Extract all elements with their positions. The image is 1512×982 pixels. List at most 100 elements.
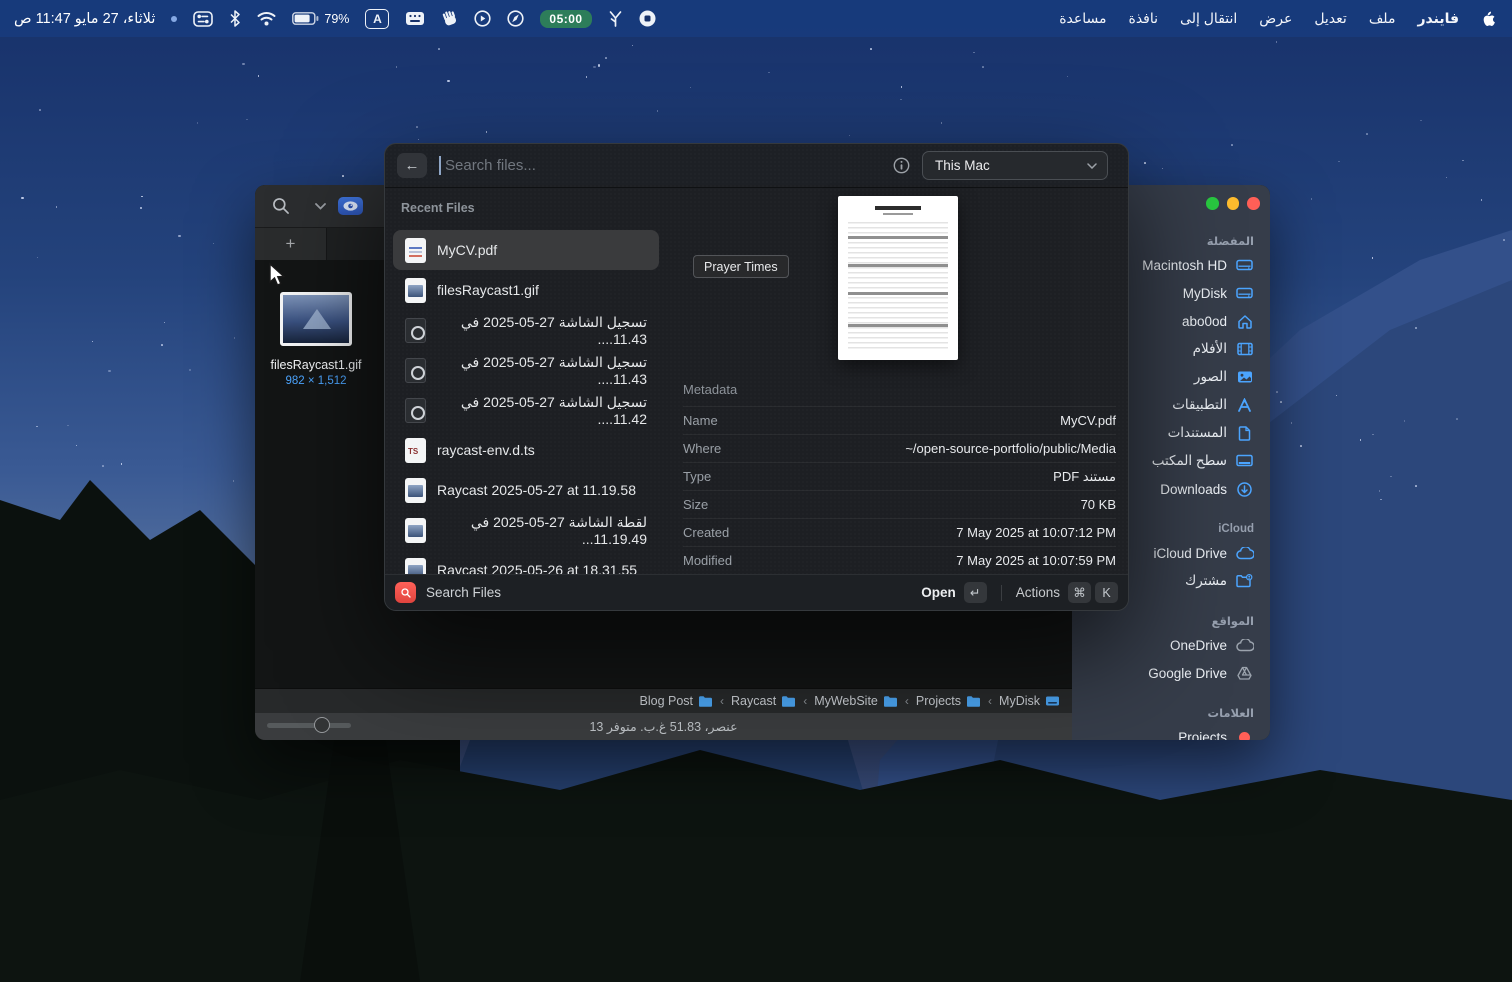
path-chevron-icon: ‹	[905, 694, 909, 708]
movie-file-icon	[405, 398, 426, 423]
search-files-input[interactable]: Search files...	[445, 157, 881, 174]
file-row-raycast-env[interactable]: raycast-env.d.ts	[393, 430, 659, 470]
metadata-title: Metadata	[683, 382, 737, 397]
info-icon[interactable]	[893, 157, 910, 174]
preview-section-line	[848, 292, 948, 295]
back-button[interactable]: ←	[397, 153, 427, 178]
traffic-lights	[1206, 197, 1260, 210]
apple-logo-icon[interactable]	[1481, 9, 1498, 29]
sidebar-item-google-drive[interactable]: Google Drive	[1072, 659, 1270, 687]
sidebar-header-locations: المواقع	[1072, 611, 1270, 631]
overlay-footer: Search Files Open ↵ Actions ⌘ K	[385, 574, 1128, 610]
mouse-cursor	[266, 262, 288, 288]
icon-size-slider[interactable]	[267, 723, 351, 728]
meta-value: مستند PDF	[1053, 469, 1116, 485]
menu-bar-clock[interactable]: ثلاثاء، 27 مايو 11:47 ص	[14, 11, 155, 27]
sidebar-label: سطح المكتب	[1152, 453, 1227, 469]
meta-label: Name	[683, 413, 718, 428]
file-row-recording-1142[interactable]: تسجيل الشاشة 27-05-2025 في 11.42....	[393, 390, 659, 430]
tailscale-branch-icon[interactable]	[608, 10, 623, 27]
preview-title-line	[875, 206, 921, 210]
folder-icon	[966, 695, 981, 707]
menu-finder[interactable]: فايندر	[1417, 10, 1459, 27]
menu-file[interactable]: ملف	[1369, 10, 1396, 27]
actions-button[interactable]: Actions	[1016, 585, 1060, 600]
file-row-mycv[interactable]: MyCV.pdf	[393, 230, 659, 270]
file-thumbnail[interactable]	[280, 292, 352, 346]
file-row-screenshot-111949[interactable]: لقطة الشاشة 27-05-2025 في 11.19.49...	[393, 510, 659, 550]
shared-folder-icon	[1235, 574, 1254, 588]
meta-value: 70 KB	[1081, 497, 1116, 512]
enter-key-badge[interactable]: ↵	[964, 582, 987, 603]
downloads-icon	[1235, 482, 1254, 497]
menu-window[interactable]: نافذة	[1129, 10, 1159, 27]
sidebar-label: Google Drive	[1148, 666, 1227, 681]
meta-value: 7 May 2025 at 10:07:12 PM	[956, 525, 1116, 540]
menu-bar: ثلاثاء، 27 مايو 11:47 ص 79% A 05:00	[0, 0, 1512, 37]
file-row-filesraycast1[interactable]: filesRaycast1.gif	[393, 270, 659, 310]
battery-indicator[interactable]: 79%	[292, 12, 349, 26]
close-button[interactable]	[1247, 197, 1260, 210]
file-name-label: filesRaycast1.gif	[255, 358, 377, 372]
quicklook-eye-button[interactable]	[338, 197, 363, 215]
new-tab-button[interactable]: +	[255, 228, 327, 260]
path-label: MyDisk	[999, 694, 1040, 708]
search-icon[interactable]	[271, 196, 291, 216]
slider-knob[interactable]	[314, 717, 330, 733]
k-key-badge: K	[1095, 582, 1118, 603]
applications-icon	[1235, 398, 1254, 413]
sidebar-item-projects-tag[interactable]: Projects	[1072, 723, 1270, 740]
file-row-raycast-0527[interactable]: Raycast 2025-05-27 at 11.19.58	[393, 470, 659, 510]
file-row-recording-1143b[interactable]: تسجيل الشاشة 27-05-2025 في 11.43....	[393, 350, 659, 390]
status-text: 13 عنصر، 51.83 غ.ب. متوفر	[255, 719, 1072, 734]
path-item-mywebsite[interactable]: MyWebSite	[814, 694, 898, 708]
file-row-recording-1143a[interactable]: تسجيل الشاشة 27-05-2025 في 11.43....	[393, 310, 659, 350]
meta-label: Size	[683, 497, 708, 512]
menu-view[interactable]: عرض	[1259, 10, 1292, 27]
path-label: Raycast	[731, 694, 776, 708]
menu-help[interactable]: مساعدة	[1059, 10, 1106, 27]
file-name: raycast-env.d.ts	[437, 442, 535, 458]
preview-text-lines	[848, 222, 948, 352]
image-file-icon	[405, 518, 426, 543]
keyboard-icon[interactable]	[405, 11, 425, 26]
menu-go[interactable]: انتقال إلى	[1180, 10, 1237, 27]
zoom-button[interactable]	[1206, 197, 1219, 210]
bluetooth-icon[interactable]	[229, 10, 241, 27]
menu-edit[interactable]: تعديل	[1314, 10, 1347, 27]
path-item-mydisk[interactable]: MyDisk	[999, 694, 1060, 708]
control-center-icon[interactable]	[193, 11, 213, 27]
prayer-times-tooltip: Prayer Times	[693, 255, 789, 278]
sidebar-label: التطبيقات	[1172, 397, 1227, 413]
compass-icon[interactable]	[507, 10, 524, 27]
path-item-projects[interactable]: Projects	[916, 694, 981, 708]
sidebar-item-onedrive[interactable]: OneDrive	[1072, 631, 1270, 659]
home-icon	[1235, 314, 1254, 329]
file-name: Raycast 2025-05-27 at 11.19.58	[437, 482, 636, 498]
scope-dropdown[interactable]: This Mac	[922, 151, 1108, 180]
chevron-down-icon[interactable]	[315, 203, 326, 210]
image-file-icon	[405, 278, 426, 303]
preview-subtitle-line	[883, 213, 913, 215]
minimize-button[interactable]	[1227, 197, 1240, 210]
pdf-preview-thumbnail	[838, 196, 958, 360]
open-action-label[interactable]: Open	[921, 585, 956, 600]
path-item-blogpost[interactable]: Blog Post	[640, 694, 714, 708]
hand-gesture-icon[interactable]	[441, 10, 458, 27]
screen-record-icon[interactable]	[639, 10, 656, 27]
path-chevron-icon: ‹	[803, 694, 807, 708]
finder-path-bar: Blog Post ‹ Raycast ‹ MyWebSite ‹ Projec…	[255, 688, 1072, 713]
timer-badge[interactable]: 05:00	[540, 10, 591, 28]
path-item-raycast[interactable]: Raycast	[731, 694, 796, 708]
cloud-icon	[1235, 547, 1254, 560]
file-name: MyCV.pdf	[437, 242, 497, 258]
input-source-icon[interactable]: A	[365, 9, 389, 29]
scope-value: This Mac	[935, 158, 990, 173]
play-circle-icon[interactable]	[474, 10, 491, 27]
wifi-icon[interactable]	[257, 11, 276, 26]
meta-row-name: Name MyCV.pdf	[683, 406, 1116, 434]
file-name: filesRaycast1.gif	[437, 282, 539, 298]
meta-label: Where	[683, 441, 721, 456]
chevron-down-icon	[1087, 163, 1097, 169]
cmd-key-badge: ⌘	[1068, 582, 1091, 603]
